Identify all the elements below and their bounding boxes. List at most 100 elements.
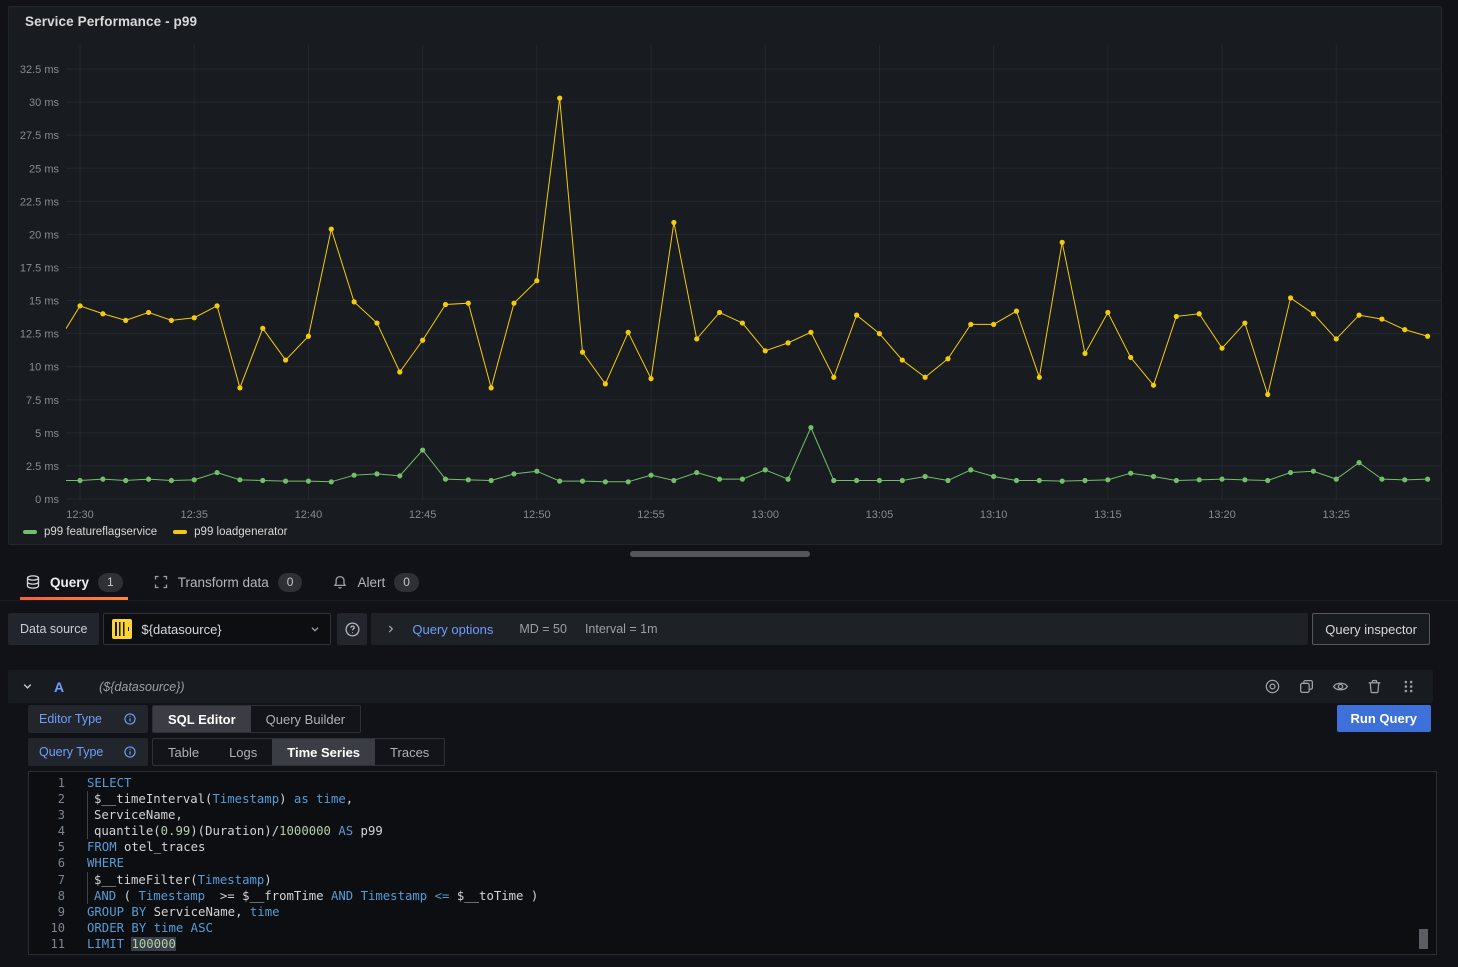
timeseries-panel: Service Performance - p99 0 ms2.5 ms5 ms… [8, 6, 1442, 545]
option-time-series[interactable]: Time Series [272, 739, 375, 765]
run-query-button[interactable]: Run Query [1337, 705, 1431, 732]
code-line[interactable]: 6WHERE [29, 855, 1436, 871]
collapse-chevron-icon[interactable] [20, 679, 35, 694]
line-number: 7 [29, 872, 65, 888]
code-line[interactable]: 7$__timeFilter(Timestamp) [29, 872, 1436, 888]
tab-count-badge: 1 [98, 573, 123, 592]
query-options-link[interactable]: Query options [412, 622, 493, 637]
indent-guide [87, 888, 94, 904]
svg-text:12:45: 12:45 [409, 509, 437, 521]
line-number: 5 [29, 839, 65, 855]
svg-text:12.5 ms: 12.5 ms [20, 329, 60, 341]
option-logs[interactable]: Logs [214, 739, 272, 765]
code-line[interactable]: 2$__timeInterval(Timestamp) as time, [29, 791, 1436, 807]
legend-item[interactable]: p99 loadgenerator [173, 526, 287, 538]
svg-text:12:40: 12:40 [295, 509, 323, 521]
code-line[interactable]: 4quantile(0.99)(Duration)/1000000 AS p99 [29, 823, 1436, 839]
hide-response-eye-icon[interactable] [1332, 678, 1349, 695]
query-ref-letter[interactable]: A [54, 679, 64, 695]
line-number: 11 [29, 936, 65, 952]
query-actions [1264, 678, 1417, 695]
question-circle-icon [344, 621, 361, 638]
line-number: 6 [29, 855, 65, 871]
option-query-builder[interactable]: Query Builder [251, 706, 360, 732]
legend-item[interactable]: p99 featureflagservice [23, 526, 157, 538]
svg-text:12:55: 12:55 [637, 509, 665, 521]
tab-label: Query [50, 575, 89, 590]
legend-series-label: p99 featureflagservice [44, 526, 157, 538]
code-line[interactable]: 9GROUP BY ServiceName, time [29, 904, 1436, 920]
editor-type-label: Editor Type [39, 712, 114, 726]
query-type-row: Query Type Table Logs Time Series Traces [28, 738, 445, 766]
tab-alert[interactable]: Alert 0 [332, 564, 418, 600]
svg-text:15 ms: 15 ms [29, 296, 59, 308]
tab-transform-data[interactable]: Transform data 0 [153, 564, 303, 600]
query-options-bar: Query options MD = 50 Interval = 1m [371, 613, 1308, 645]
query-row-header: A (${datasource}) [8, 670, 1433, 703]
datasource-help-button[interactable] [337, 613, 367, 645]
line-number: 10 [29, 920, 65, 936]
chevron-right-icon[interactable] [384, 622, 398, 636]
code-lines: 1SELECT2$__timeInterval(Timestamp) as ti… [29, 772, 1436, 952]
editor-type-row: Editor Type SQL Editor Query Builder [28, 705, 361, 733]
datasource-toolbar: Data source ${datasource} Query options … [8, 613, 1430, 645]
remove-query-trash-icon[interactable] [1366, 678, 1383, 695]
svg-text:2.5 ms: 2.5 ms [26, 461, 60, 473]
max-data-points-value: MD = 50 [519, 622, 567, 636]
code-line-content: quantile(0.99)(Duration)/1000000 AS p99 [65, 823, 383, 839]
legend-series-swatch [173, 530, 187, 534]
database-icon [25, 574, 41, 590]
code-line[interactable]: 8AND ( Timestamp >= $__fromTime AND Time… [29, 888, 1436, 904]
bell-icon [332, 574, 348, 590]
indent-guide [87, 872, 94, 888]
code-line[interactable]: 10ORDER BY time ASC [29, 920, 1436, 936]
editor-type-options: SQL Editor Query Builder [152, 705, 361, 733]
indent-guide [87, 791, 94, 807]
query-inspector-label: Query inspector [1325, 622, 1417, 637]
editor-scrollbar-thumb[interactable] [1419, 929, 1428, 949]
line-number: 4 [29, 823, 65, 839]
interval-value: Interval = 1m [585, 622, 658, 636]
option-table[interactable]: Table [153, 739, 214, 765]
svg-text:13:20: 13:20 [1208, 509, 1236, 521]
sql-code-editor[interactable]: 1SELECT2$__timeInterval(Timestamp) as ti… [28, 771, 1437, 955]
timeseries-chart[interactable]: 0 ms2.5 ms5 ms7.5 ms10 ms12.5 ms15 ms17.… [9, 7, 1443, 527]
code-line-content: $__timeFilter(Timestamp) [65, 872, 272, 888]
datasource-label: Data source [8, 613, 99, 645]
indent-guide [87, 807, 94, 823]
svg-text:22.5 ms: 22.5 ms [20, 196, 60, 208]
datasource-select[interactable]: ${datasource} [103, 613, 331, 645]
option-traces[interactable]: Traces [375, 739, 444, 765]
code-line[interactable]: 3ServiceName, [29, 807, 1436, 823]
line-number: 8 [29, 888, 65, 904]
tab-label: Alert [357, 575, 385, 590]
svg-text:13:15: 13:15 [1094, 509, 1122, 521]
horizontal-scrollbar-thumb[interactable] [630, 551, 810, 557]
drag-handle-icon[interactable] [1400, 678, 1417, 695]
option-sql-editor[interactable]: SQL Editor [153, 706, 251, 732]
legend-series-swatch [23, 530, 37, 534]
svg-text:25 ms: 25 ms [29, 163, 59, 175]
tab-label: Transform data [178, 575, 269, 590]
svg-text:13:10: 13:10 [980, 509, 1008, 521]
svg-text:32.5 ms: 32.5 ms [20, 64, 60, 76]
code-line-content: SELECT [65, 775, 131, 791]
query-type-options: Table Logs Time Series Traces [152, 738, 445, 766]
query-inspector-button[interactable]: Query inspector [1312, 613, 1430, 645]
svg-text:12:30: 12:30 [66, 509, 94, 521]
info-circle-icon[interactable] [123, 745, 137, 759]
disable-query-icon[interactable] [1264, 678, 1281, 695]
clickhouse-logo-icon [112, 619, 132, 639]
code-line-content: $__timeInterval(Timestamp) as time, [65, 791, 353, 807]
info-circle-icon[interactable] [123, 712, 137, 726]
svg-text:30 ms: 30 ms [29, 97, 59, 109]
code-line[interactable]: 5FROM otel_traces [29, 839, 1436, 855]
code-line[interactable]: 1SELECT [29, 775, 1436, 791]
code-line[interactable]: 11LIMIT 100000 [29, 936, 1436, 952]
chart-legend: p99 featureflagservice p99 loadgenerator [23, 526, 288, 538]
run-query-label: Run Query [1351, 711, 1417, 726]
tab-query[interactable]: Query 1 [25, 564, 123, 600]
code-line-content: GROUP BY ServiceName, time [65, 904, 280, 920]
duplicate-query-icon[interactable] [1298, 678, 1315, 695]
code-line-content: WHERE [65, 855, 124, 871]
